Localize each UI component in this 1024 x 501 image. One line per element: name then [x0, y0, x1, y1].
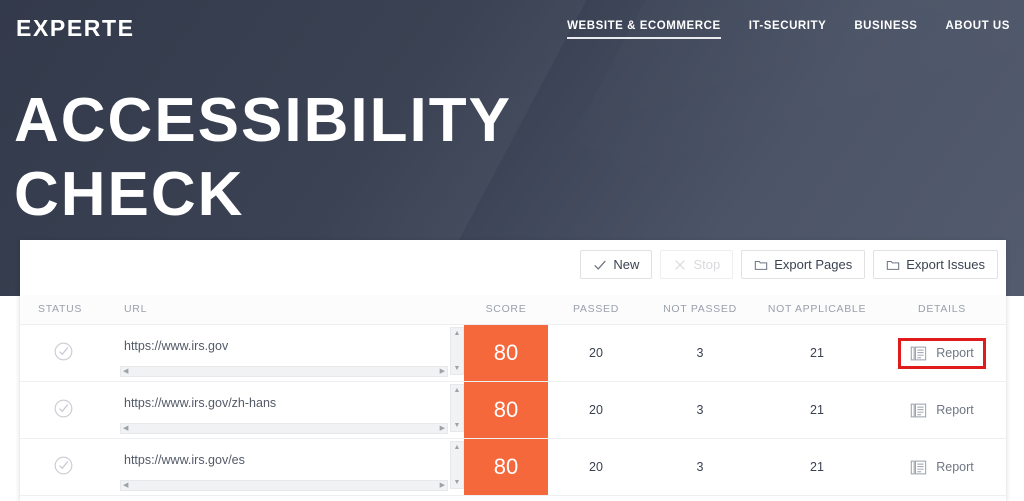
check-icon	[594, 260, 607, 270]
stop-button: Stop	[660, 250, 734, 279]
report-link[interactable]: Report	[901, 397, 983, 424]
table-row[interactable]: https://www.irs.gov/zh-hans ◀ ▶ ▲ ▼ 80 20 3 21 Re…	[20, 381, 1006, 439]
export-issues-button-label: Export Issues	[906, 257, 985, 272]
score-badge: 80	[464, 439, 548, 495]
row-url-cell[interactable]: https://www.irs.gov ◀ ▶ ▲ ▼	[106, 324, 464, 382]
row-url-cell[interactable]: https://www.irs.gov/es ◀ ▶ ▲ ▼	[106, 438, 464, 496]
column-header-passed[interactable]: PASSED	[548, 295, 644, 325]
export-pages-button[interactable]: Export Pages	[741, 250, 866, 279]
page-root: EXPERTE WEBSITE & ECOMMERCE IT-SECURITY …	[0, 0, 1024, 501]
report-icon	[910, 346, 927, 360]
row-not-applicable-cell: 21	[756, 324, 878, 382]
check-circle-icon	[54, 342, 72, 361]
report-link-label: Report	[936, 403, 974, 417]
row-details-cell: Report	[878, 324, 1006, 382]
row-details-cell: Report	[878, 438, 1006, 496]
table-toolbar: New Stop Export Pages Export Issues	[580, 250, 998, 279]
score-badge: 80	[464, 382, 548, 438]
column-header-not-applicable[interactable]: NOT APPLICABLE	[756, 295, 878, 325]
folder-icon	[887, 260, 900, 270]
table-row[interactable]: https://www.irs.gov/es ◀ ▶ ▲ ▼ 80 20 3 21 Report	[20, 438, 1006, 496]
row-not-passed-cell: 3	[644, 381, 756, 439]
url-vertical-scrollbar[interactable]: ▲ ▼	[450, 441, 464, 489]
nav-item-website-ecommerce[interactable]: WEBSITE & ECOMMERCE	[567, 20, 721, 39]
check-circle-icon	[54, 456, 72, 475]
site-logo[interactable]: EXPERTE	[16, 15, 135, 42]
row-status-cell	[20, 438, 106, 496]
check-circle-icon	[54, 399, 72, 418]
url-horizontal-scrollbar[interactable]: ◀ ▶	[120, 423, 448, 434]
column-header-status[interactable]: STATUS	[20, 295, 106, 325]
main-navigation: WEBSITE & ECOMMERCE IT-SECURITY BUSINESS…	[567, 20, 1010, 39]
report-link[interactable]: Report	[901, 454, 983, 481]
nav-item-about-us[interactable]: ABOUT US	[946, 20, 1010, 37]
column-header-url[interactable]: URL	[106, 295, 464, 325]
url-horizontal-scrollbar[interactable]: ◀ ▶	[120, 366, 448, 377]
url-horizontal-scrollbar[interactable]: ◀ ▶	[120, 480, 448, 491]
row-passed-cell: 20	[548, 381, 644, 439]
nav-item-it-security[interactable]: IT-SECURITY	[749, 20, 827, 37]
report-link-label: Report	[936, 460, 974, 474]
report-icon	[910, 460, 927, 474]
accessibility-check-panel: New Stop Export Pages Export Issues STAT…	[20, 240, 1006, 501]
row-details-cell: Report	[878, 381, 1006, 439]
row-url-cell[interactable]: https://www.irs.gov/zh-hans ◀ ▶ ▲ ▼	[106, 381, 464, 439]
url-vertical-scrollbar[interactable]: ▲ ▼	[450, 327, 464, 375]
close-icon	[675, 259, 686, 270]
row-not-applicable-cell: 21	[756, 438, 878, 496]
row-score-cell: 80	[464, 324, 548, 382]
new-button-label: New	[613, 257, 640, 272]
row-not-applicable-cell: 21	[756, 381, 878, 439]
row-not-passed-cell: 3	[644, 324, 756, 382]
report-icon	[910, 403, 927, 417]
results-table: STATUS URL SCORE PASSED NOT PASSED NOT A…	[20, 295, 1006, 496]
row-url-text: https://www.irs.gov	[124, 339, 229, 353]
table-header-row: STATUS URL SCORE PASSED NOT PASSED NOT A…	[20, 295, 1006, 325]
row-url-text: https://www.irs.gov/es	[124, 453, 245, 467]
report-link[interactable]: Report	[898, 337, 986, 369]
row-status-cell	[20, 381, 106, 439]
nav-item-business[interactable]: BUSINESS	[854, 20, 917, 37]
column-header-score[interactable]: SCORE	[464, 295, 548, 325]
row-not-passed-cell: 3	[644, 438, 756, 496]
row-passed-cell: 20	[548, 438, 644, 496]
stop-button-label: Stop	[693, 257, 721, 272]
row-status-cell	[20, 324, 106, 382]
row-passed-cell: 20	[548, 324, 644, 382]
table-body: https://www.irs.gov ◀ ▶ ▲ ▼ 80 20 3 21 Report http…	[20, 324, 1006, 496]
row-url-text: https://www.irs.gov/zh-hans	[124, 396, 277, 410]
page-title: ACCESSIBILITY CHECK	[14, 86, 511, 229]
row-score-cell: 80	[464, 438, 548, 496]
column-header-details[interactable]: DETAILS	[878, 295, 1006, 325]
export-pages-button-label: Export Pages	[774, 257, 853, 272]
report-link-label: Report	[936, 346, 974, 360]
table-header: STATUS URL SCORE PASSED NOT PASSED NOT A…	[20, 295, 1006, 325]
folder-icon	[754, 260, 768, 270]
table-row[interactable]: https://www.irs.gov ◀ ▶ ▲ ▼ 80 20 3 21 Report	[20, 324, 1006, 382]
column-header-not-passed[interactable]: NOT PASSED	[644, 295, 756, 325]
score-badge: 80	[464, 325, 548, 381]
export-issues-button[interactable]: Export Issues	[873, 250, 998, 279]
row-score-cell: 80	[464, 381, 548, 439]
url-vertical-scrollbar[interactable]: ▲ ▼	[450, 384, 464, 432]
new-button[interactable]: New	[580, 250, 653, 279]
